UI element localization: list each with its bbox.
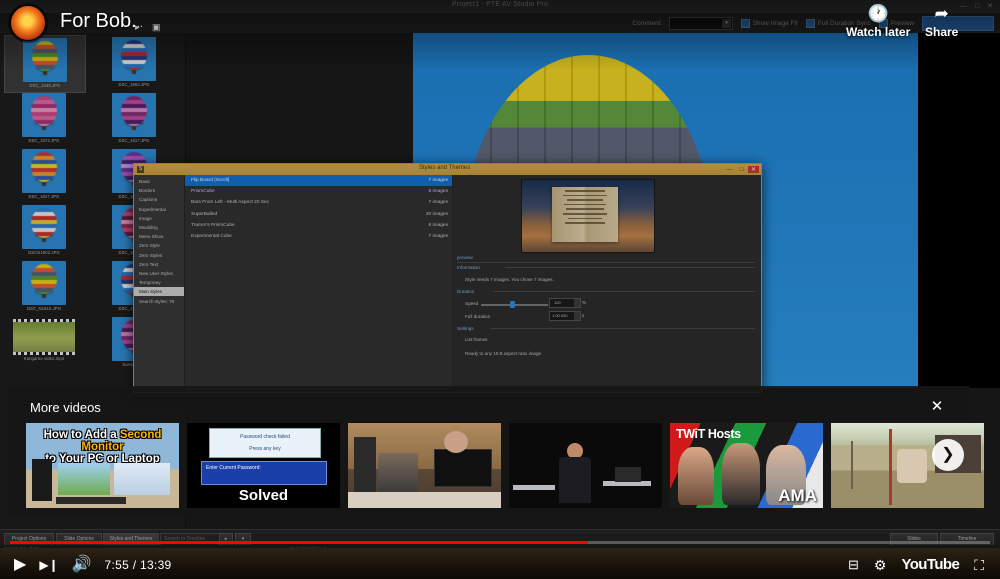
volume-on-icon[interactable]: 🔊 xyxy=(72,557,92,573)
closed-captions-icon[interactable]: ⊟ xyxy=(848,557,859,573)
progress-bar[interactable] xyxy=(10,541,990,544)
video-menu-icon[interactable]: ▸ xyxy=(135,22,140,33)
next-track-icon[interactable]: ▶❙ xyxy=(39,559,58,571)
share-arrow-icon: ➦ xyxy=(934,4,949,23)
more-videos-heading: More videos xyxy=(30,400,101,415)
time-display: 7:55 / 13:39 xyxy=(104,558,172,572)
video-thumbnail-row: How to Add a Second Monitor to Your PC or… xyxy=(26,423,984,508)
video-thumbnail-second-monitor[interactable]: How to Add a Second Monitor to Your PC or… xyxy=(26,423,179,508)
video-title-text: For Bob. xyxy=(60,10,137,32)
youtube-player-stage: Project1 - PTE AV Studio Pro — □ ✕ Comme… xyxy=(0,0,1000,579)
youtube-overlay: For Bob... ▸ ▣ 🕐 Watch later ➦ Share Mor… xyxy=(0,0,1000,579)
video-thumbnail-password-solved[interactable]: Password check failed Press any key Enter … xyxy=(187,423,340,508)
video-thumbnail-twit-hosts-ama[interactable]: TWiT Hosts AMA xyxy=(670,423,823,508)
channel-avatar[interactable] xyxy=(10,5,46,41)
gear-icon[interactable]: ⚙ xyxy=(874,558,887,572)
video-thumbnail-pc-workbench[interactable] xyxy=(348,423,501,508)
youtube-watermark[interactable]: YouTube xyxy=(901,556,959,573)
close-icon[interactable]: ✕ xyxy=(926,396,948,418)
chevron-right-icon[interactable]: ❯ xyxy=(932,439,964,471)
fullscreen-icon[interactable]: ⛶ xyxy=(974,558,984,572)
more-videos-panel: More videos ✕ How to Add a Second Monito… xyxy=(8,386,984,517)
video-thumbnail-fence-post[interactable] xyxy=(831,423,984,508)
playlist-icon[interactable]: ▣ xyxy=(152,22,161,33)
progress-played xyxy=(10,541,589,544)
player-controls: ▶ ▶❙ 🔊 7:55 / 13:39 ⊟ ⚙ YouTube ⛶ xyxy=(0,531,1000,579)
share-label: Share xyxy=(925,25,959,39)
clock-icon: 🕐 xyxy=(867,4,889,23)
video-thumbnail-presenter-stage[interactable] xyxy=(509,423,662,508)
watch-later-label: Watch later xyxy=(846,25,911,39)
watch-later-button[interactable]: 🕐 Watch later xyxy=(846,4,910,39)
play-icon[interactable]: ▶ xyxy=(14,557,26,573)
share-button[interactable]: ➦ Share xyxy=(925,4,958,39)
video-title[interactable]: For Bob... xyxy=(60,10,143,33)
